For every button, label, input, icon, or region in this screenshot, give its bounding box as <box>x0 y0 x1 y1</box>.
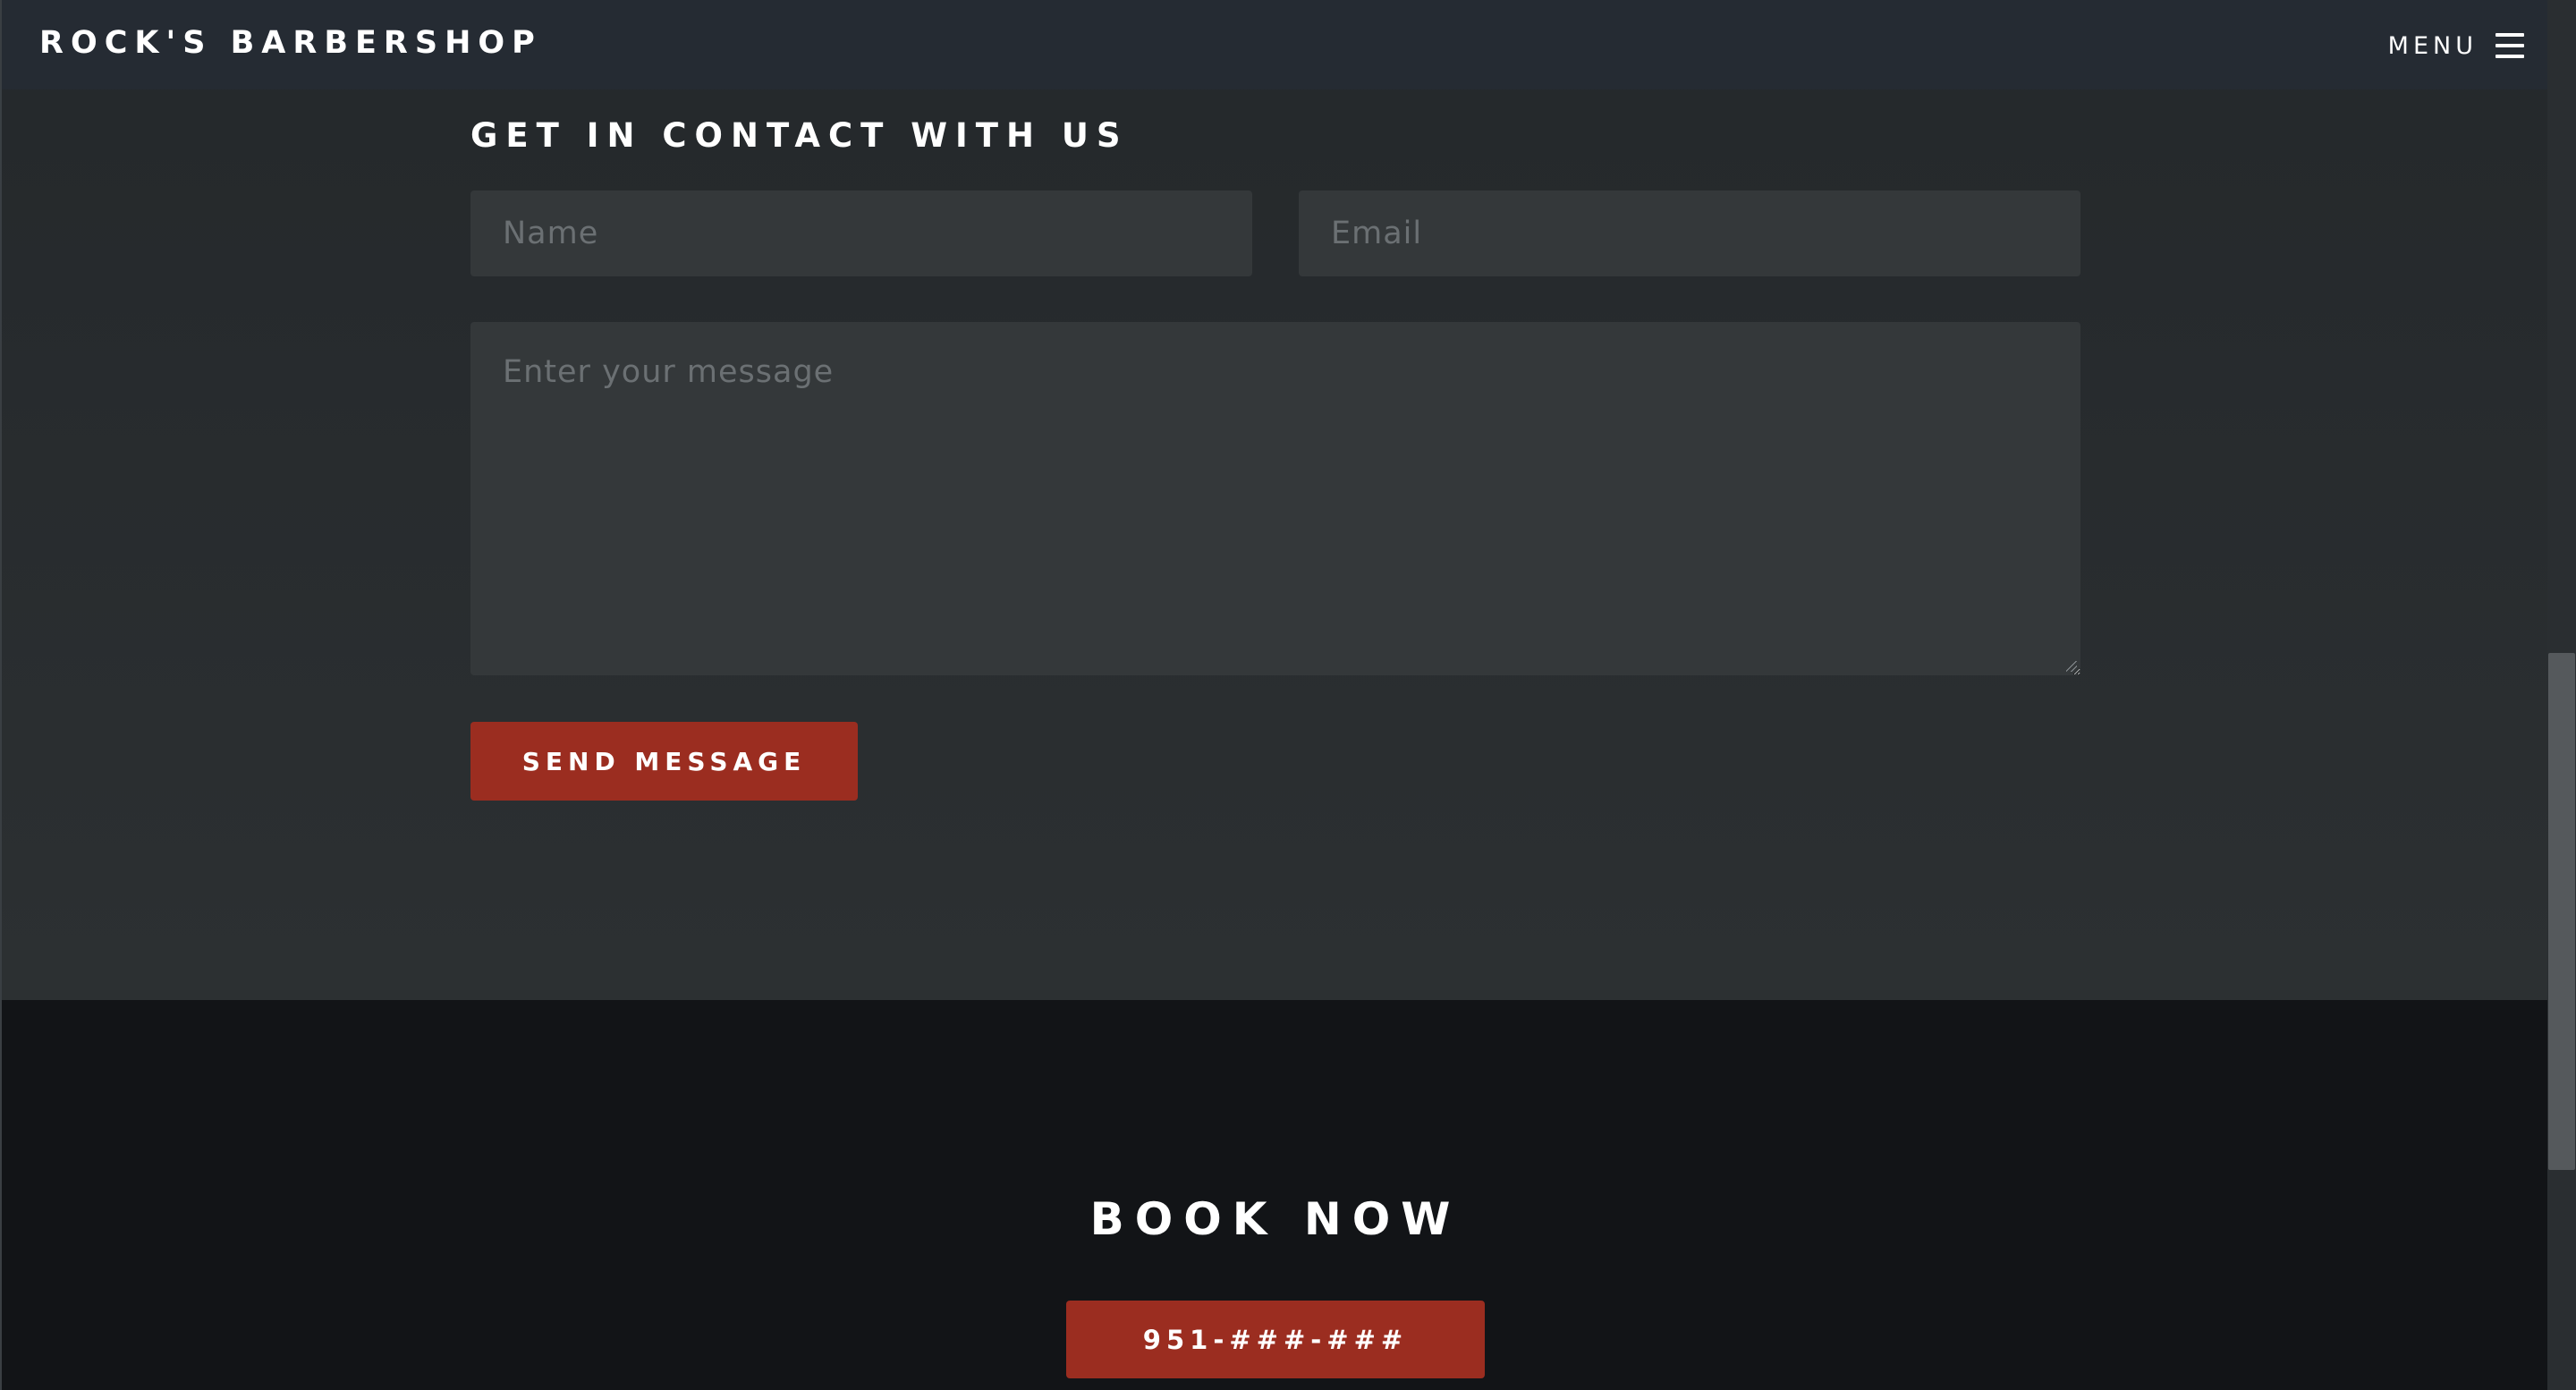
phone-booking-button[interactable]: 951-###-### <box>1066 1301 1485 1378</box>
brand-logo-text[interactable]: ROCK'S BARBERSHOP <box>39 25 542 61</box>
book-now-heading: BOOK NOW <box>1089 1193 1462 1245</box>
scrollbar-thumb[interactable] <box>2548 653 2575 1170</box>
email-input[interactable] <box>1299 191 2080 276</box>
hamburger-icon <box>2496 33 2524 58</box>
page-viewport: GET IN CONTACT WITH US SEND MESSAGE BOOK… <box>0 0 2547 1390</box>
page: GET IN CONTACT WITH US SEND MESSAGE BOOK… <box>0 0 2576 1390</box>
send-message-button[interactable]: SEND MESSAGE <box>470 722 858 801</box>
menu-label: MENU <box>2387 31 2478 60</box>
menu-toggle-button[interactable]: MENU <box>2363 23 2524 68</box>
name-input[interactable] <box>470 191 1252 276</box>
textarea-resize-handle[interactable] <box>2066 661 2077 672</box>
navbar: ROCK'S BARBERSHOP MENU <box>2 0 2547 89</box>
contact-section: GET IN CONTACT WITH US SEND MESSAGE <box>2 0 2547 1000</box>
contact-heading: GET IN CONTACT WITH US <box>470 116 1129 155</box>
message-textarea[interactable] <box>470 322 2080 675</box>
